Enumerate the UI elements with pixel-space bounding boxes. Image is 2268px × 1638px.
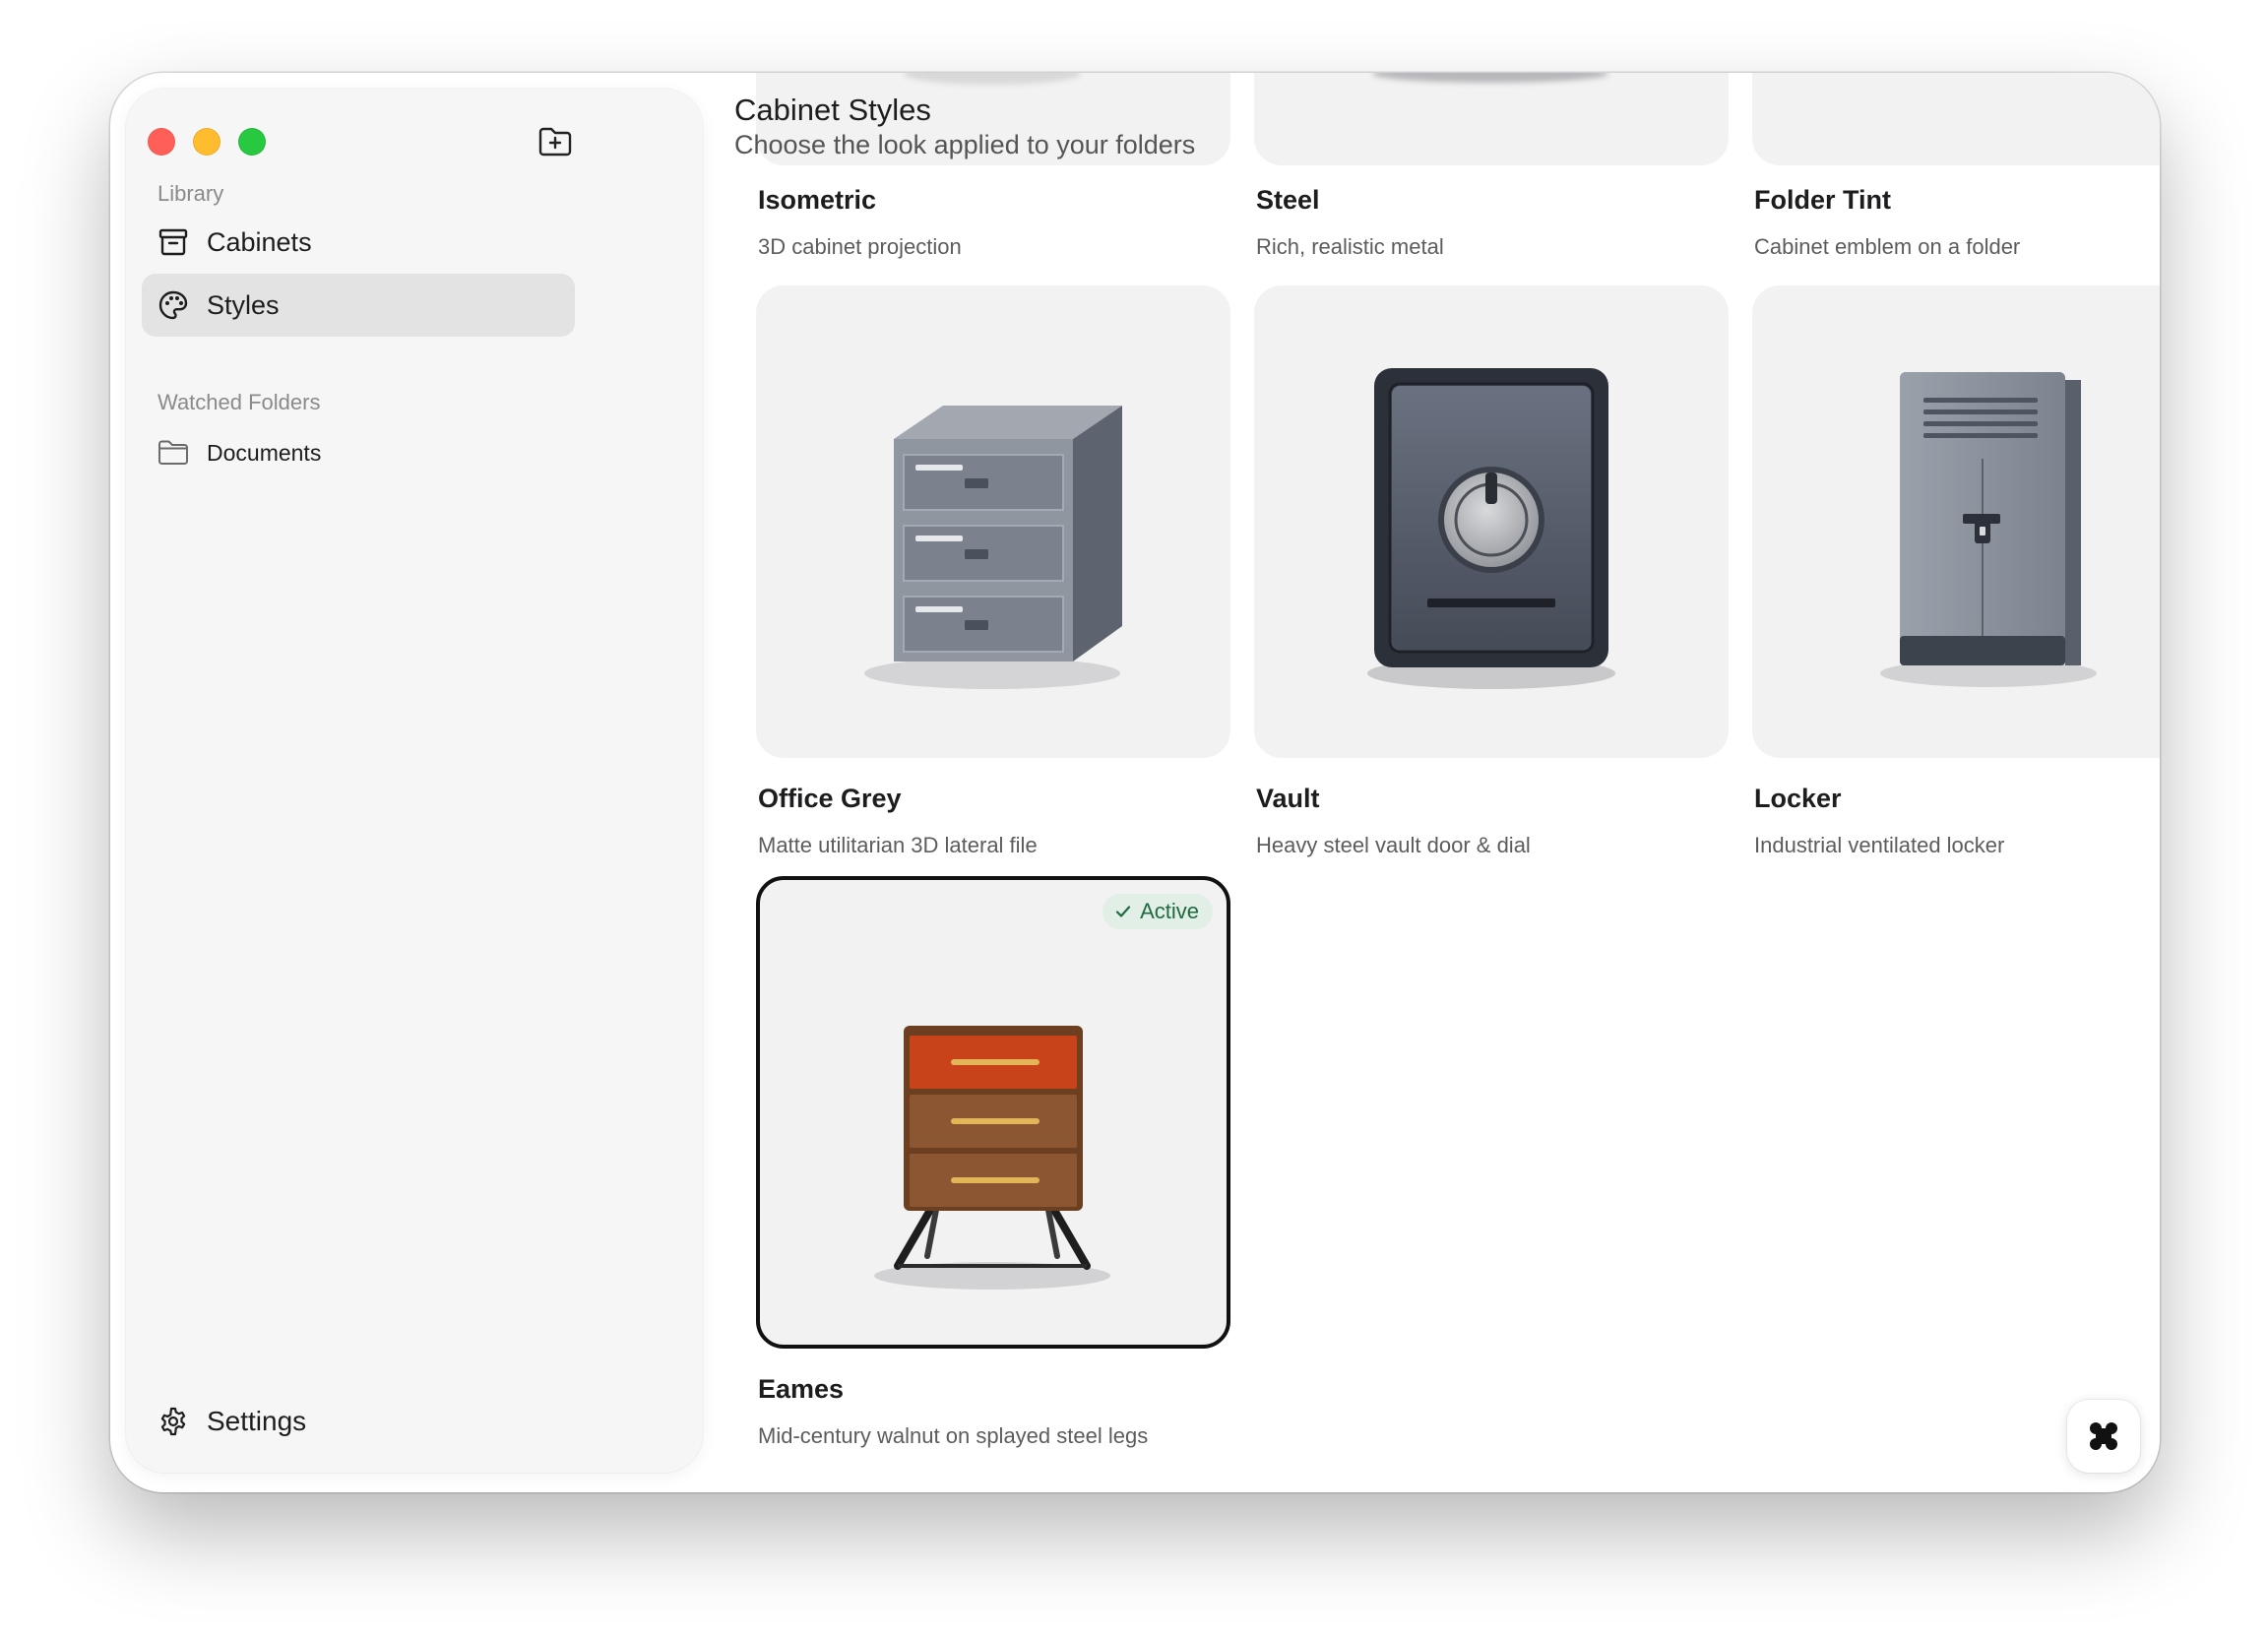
folder-plus-icon: [538, 127, 572, 157]
library-section-label: Library: [158, 181, 224, 206]
style-title: Folder Tint: [1754, 185, 1891, 215]
style-thumbnail-active[interactable]: Active: [756, 876, 1230, 1349]
sidebar-item-styles[interactable]: Styles: [142, 274, 575, 337]
style-description: Heavy steel vault door & dial: [1256, 833, 1531, 857]
settings-button[interactable]: Settings: [142, 1394, 575, 1449]
style-thumbnail[interactable]: [1254, 285, 1729, 758]
sidebar-item-cabinets[interactable]: Cabinets: [142, 211, 575, 274]
style-title: Eames: [758, 1374, 845, 1404]
style-description: 3D cabinet projection: [758, 234, 962, 259]
style-thumbnail[interactable]: [1752, 285, 2160, 758]
maximize-window-button[interactable]: [238, 128, 266, 156]
style-description: Mid-century walnut on splayed steel legs: [758, 1423, 1149, 1448]
style-title: Isometric: [758, 185, 877, 215]
eames-cabinet-illustration: [874, 1026, 1110, 1290]
watched-folders-label: Watched Folders: [158, 390, 321, 414]
sidebar-item-label: Cabinets: [207, 226, 312, 257]
sidebar-item-documents[interactable]: Documents: [142, 429, 575, 476]
minimize-window-button[interactable]: [193, 128, 220, 156]
sidebar-item-label: Styles: [207, 289, 280, 320]
style-description: Industrial ventilated locker: [1754, 833, 2005, 857]
folder-label: Documents: [207, 439, 322, 466]
style-description: Cabinet emblem on a folder: [1754, 234, 2021, 259]
page-title: Cabinet Styles: [734, 93, 931, 127]
gear-icon: [160, 1407, 186, 1436]
settings-label: Settings: [207, 1406, 307, 1436]
clover-icon: [2086, 1418, 2121, 1454]
vault-illustration: [1367, 368, 1615, 689]
style-title: Vault: [1256, 784, 1320, 813]
app-window: Library Cabinets Styles Watched Folders: [110, 73, 2160, 1492]
page-header: Cabinet Styles Choose the look applied t…: [734, 85, 1286, 183]
style-description: Rich, realistic metal: [1256, 234, 1444, 259]
page-subtitle: Choose the look applied to your folders: [734, 130, 1196, 159]
styles-gallery: Cabinet Styles Choose the look applied t…: [703, 73, 2160, 1492]
style-title: Steel: [1256, 185, 1320, 215]
folder-icon: [158, 440, 188, 465]
archive-icon: [158, 228, 188, 256]
style-thumbnail[interactable]: [756, 285, 1230, 758]
style-title: Locker: [1754, 784, 1842, 813]
sidebar: Library Cabinets Styles Watched Folders: [126, 89, 703, 1473]
close-window-button[interactable]: [148, 128, 175, 156]
office-grey-cabinet-illustration: [864, 406, 1122, 689]
palette-icon: [158, 290, 188, 320]
style-description: Matte utilitarian 3D lateral file: [758, 833, 1038, 857]
style-thumbnail-folder-tint[interactable]: [1752, 73, 2160, 165]
app-action-button[interactable]: [2067, 1400, 2140, 1473]
style-thumbnail-steel[interactable]: [1254, 73, 1729, 165]
locker-illustration: [1880, 372, 2097, 687]
new-folder-button[interactable]: [537, 126, 573, 158]
style-title: Office Grey: [758, 784, 902, 813]
